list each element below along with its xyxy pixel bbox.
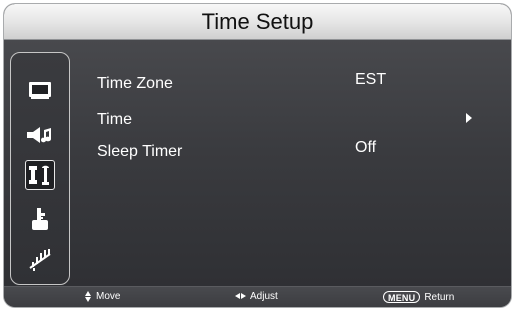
sleep-timer-row[interactable]: Sleep Timer Off	[92, 138, 482, 166]
category-sound[interactable]	[25, 120, 55, 150]
time-setup-options: Time Zone EST Time Sleep Timer Off	[92, 70, 482, 170]
picture-icon	[29, 82, 51, 99]
setup-icon	[29, 165, 49, 185]
category-icon-rail	[10, 52, 70, 285]
category-picture[interactable]	[25, 76, 55, 106]
time-zone-label: Time Zone	[97, 75, 173, 92]
adjust-hint: Adjust	[235, 291, 278, 302]
category-channel[interactable]	[25, 244, 55, 274]
time-zone-row[interactable]: Time Zone EST	[92, 70, 482, 98]
time-zone-value: EST	[355, 71, 387, 88]
move-label: Move	[96, 291, 121, 302]
time-setup-menu-window: Time Setup Time Zone EST Time Sleep Time…	[4, 4, 511, 307]
menu-key-icon: MENU	[383, 291, 421, 303]
navigation-hints: Move Adjust MENU Return	[4, 286, 511, 307]
channel-icon	[29, 249, 51, 271]
time-row[interactable]: Time	[92, 106, 482, 134]
category-setup[interactable]	[25, 160, 55, 190]
return-label: Return	[424, 291, 455, 303]
adjust-label: Adjust	[250, 291, 278, 302]
menu-title: Time Setup	[4, 4, 511, 40]
return-hint: MENU Return	[383, 291, 454, 303]
sound-icon	[27, 127, 51, 143]
sleep-timer-value: Off	[355, 139, 377, 156]
time-label: Time	[97, 111, 132, 128]
up-down-arrow-icon	[85, 291, 92, 302]
left-right-arrow-icon	[235, 293, 246, 300]
submenu-arrow-icon	[466, 113, 472, 123]
sleep-timer-label: Sleep Timer	[97, 143, 183, 160]
category-lock[interactable]	[25, 205, 55, 235]
lock-icon	[32, 208, 48, 230]
move-hint: Move	[85, 291, 120, 302]
